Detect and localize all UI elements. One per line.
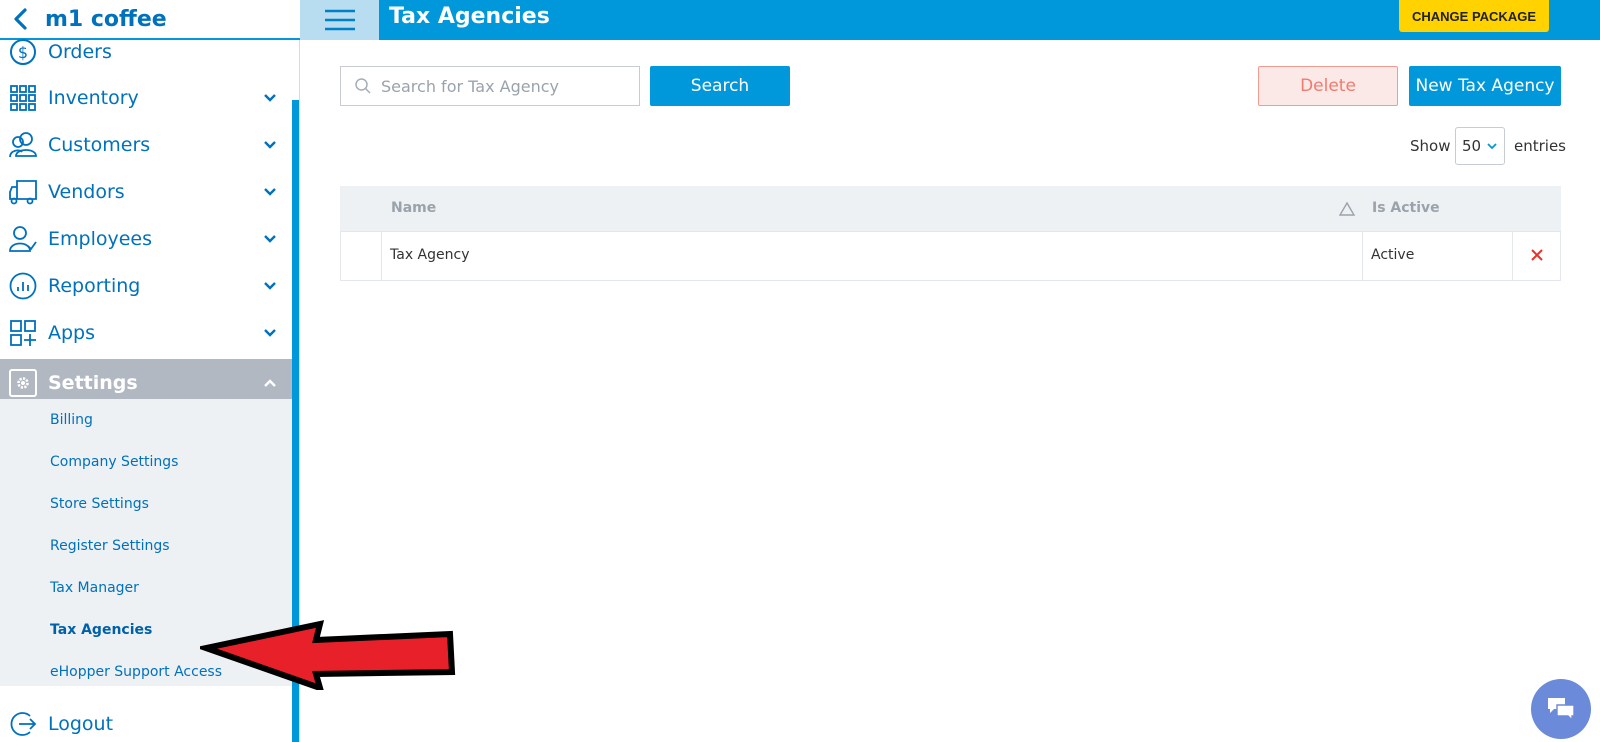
- chevron-down-icon: [262, 231, 278, 247]
- search-field[interactable]: [340, 66, 640, 106]
- show-label: Show: [1410, 137, 1451, 155]
- entries-label: entries: [1514, 137, 1566, 155]
- sidebar-item-vendors[interactable]: Vendors: [0, 168, 292, 215]
- table-header: Name Is Active: [340, 186, 1561, 231]
- sidebar-item-orders[interactable]: $ Orders: [0, 28, 292, 75]
- sidebar-item-label: Settings: [48, 371, 138, 394]
- chevron-down-icon: [262, 325, 278, 341]
- annotation-arrow-icon: [200, 620, 456, 690]
- dollar-circle-icon: $: [8, 37, 38, 67]
- submenu-item-billing[interactable]: Billing: [50, 412, 93, 428]
- submenu-item-tax-manager[interactable]: Tax Manager: [50, 580, 139, 596]
- delete-row-icon[interactable]: [1526, 244, 1548, 266]
- submenu-item-store-settings[interactable]: Store Settings: [50, 496, 149, 512]
- sidebar-item-logout[interactable]: Logout: [0, 700, 292, 742]
- gear-icon: [8, 368, 38, 398]
- grid-icon: [8, 83, 38, 113]
- chevron-down-icon: [262, 137, 278, 153]
- entries-value: 50: [1461, 137, 1482, 155]
- sidebar-item-inventory[interactable]: Inventory: [0, 74, 292, 121]
- sidebar-item-customers[interactable]: Customers: [0, 121, 292, 168]
- change-package-button[interactable]: CHANGE PACKAGE: [1399, 0, 1549, 32]
- chat-icon: [1548, 698, 1575, 722]
- page-title: Tax Agencies: [389, 4, 550, 29]
- chevron-up-icon: [262, 375, 278, 391]
- chevron-down-icon: [262, 184, 278, 200]
- chevron-left-icon: [14, 8, 27, 30]
- column-divider: [381, 232, 382, 280]
- column-divider: [1512, 232, 1513, 280]
- search-button[interactable]: Search: [650, 66, 790, 106]
- sidebar-item-employees[interactable]: Employees: [0, 215, 292, 262]
- submenu-item-tax-agencies[interactable]: Tax Agencies: [50, 622, 152, 638]
- svg-text:$: $: [18, 43, 28, 62]
- sidebar-item-label: Orders: [48, 40, 112, 63]
- sidebar-item-label: Inventory: [48, 86, 139, 109]
- column-header-is-active[interactable]: Is Active: [1372, 200, 1440, 216]
- cell-name: Tax Agency: [390, 247, 470, 263]
- logout-icon: [8, 709, 38, 739]
- sidebar-item-label: Apps: [48, 321, 96, 344]
- hamburger-icon: [324, 9, 355, 31]
- chevron-down-icon: [262, 278, 278, 294]
- search-input[interactable]: [381, 76, 631, 96]
- hamburger-menu-button[interactable]: [300, 0, 379, 40]
- submenu-item-ehopper-support-access[interactable]: eHopper Support Access: [50, 664, 222, 680]
- chevron-down-icon: [262, 90, 278, 106]
- sidebar-item-label: Reporting: [48, 274, 141, 297]
- sidebar-item-label: Employees: [48, 227, 152, 250]
- entries-select[interactable]: 50: [1455, 127, 1505, 165]
- cell-status: Active: [1371, 247, 1415, 263]
- top-bar: Tax Agencies CHANGE PACKAGE: [300, 0, 1600, 40]
- submenu-item-register-settings[interactable]: Register Settings: [50, 538, 170, 554]
- table-row[interactable]: Tax Agency Active: [340, 231, 1561, 281]
- chevron-down-icon: [1487, 143, 1497, 150]
- column-divider: [1362, 232, 1363, 280]
- sidebar-item-label: Logout: [48, 712, 114, 735]
- sidebar-item-apps[interactable]: Apps: [0, 309, 292, 356]
- column-header-name[interactable]: Name: [391, 200, 436, 216]
- submenu-item-company-settings[interactable]: Company Settings: [50, 454, 178, 470]
- sidebar-item-label: Vendors: [48, 180, 125, 203]
- app-root: m1 coffee $ Orders Inventory Customers V…: [0, 0, 1600, 742]
- sidebar-item-reporting[interactable]: Reporting: [0, 262, 292, 309]
- employees-icon: [8, 224, 38, 254]
- customers-icon: [8, 130, 38, 160]
- chart-icon: [8, 271, 38, 301]
- truck-icon: [8, 177, 38, 207]
- sidebar-item-label: Customers: [48, 133, 151, 156]
- delete-button[interactable]: Delete: [1258, 66, 1398, 106]
- new-tax-agency-button[interactable]: New Tax Agency: [1409, 66, 1561, 106]
- sort-ascending-icon[interactable]: [1338, 201, 1356, 217]
- chat-widget-button[interactable]: [1531, 679, 1591, 739]
- search-icon: [353, 76, 373, 96]
- apps-icon: [8, 318, 38, 348]
